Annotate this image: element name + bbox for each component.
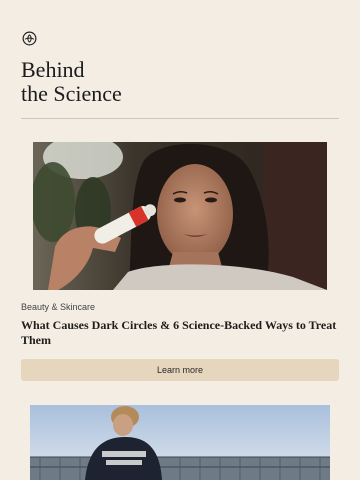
article-headline[interactable]: What Causes Dark Circles & 6 Science-Bac… — [21, 318, 343, 348]
page-title: Behind the Science — [21, 58, 122, 106]
hero-photo-woman-eye-device — [33, 142, 327, 290]
header-divider — [21, 118, 339, 119]
page-title-line-1: Behind — [21, 57, 85, 82]
brand-logo-icon — [22, 31, 37, 46]
article-category: Beauty & Skincare — [21, 302, 96, 312]
page-title-line-2: the Science — [21, 81, 122, 106]
second-article-image[interactable] — [30, 405, 330, 480]
photo-woman-athletic-track — [30, 405, 330, 480]
article-hero-image[interactable] — [33, 142, 327, 290]
learn-more-button[interactable]: Learn more — [21, 359, 339, 381]
